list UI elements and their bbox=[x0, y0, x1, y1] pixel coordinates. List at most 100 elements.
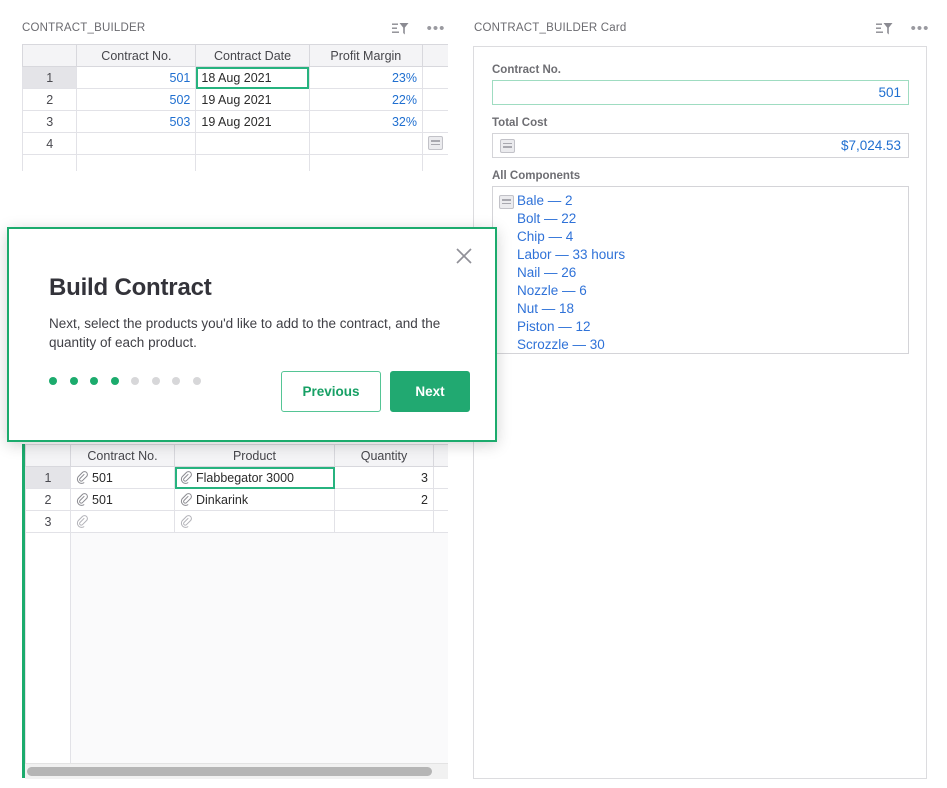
link-paperclip-icon bbox=[180, 515, 192, 528]
row-header[interactable]: 1 bbox=[23, 67, 77, 89]
cell-extra[interactable] bbox=[434, 467, 449, 489]
cell-contract-date[interactable]: 19 Aug 2021 bbox=[196, 111, 309, 133]
cell-contract-no[interactable]: 503 bbox=[77, 111, 196, 133]
cell-profit-margin[interactable] bbox=[309, 133, 422, 155]
column-header-contract-no[interactable]: Contract No. bbox=[77, 45, 196, 67]
table-row[interactable]: 2 502 19 Aug 2021 22% $3,795 bbox=[23, 89, 449, 111]
cell-contract-no[interactable] bbox=[77, 133, 196, 155]
component-label: Piston — 12 bbox=[517, 319, 591, 334]
component-list-item[interactable]: Piston — 12 bbox=[499, 318, 902, 336]
more-options-icon[interactable]: ••• bbox=[426, 19, 446, 39]
cell-contract-date[interactable]: 18 Aug 2021 bbox=[196, 67, 309, 89]
cell-contract-no[interactable] bbox=[71, 511, 175, 533]
column-header-product[interactable]: Product bbox=[175, 445, 335, 467]
cell-extra[interactable] bbox=[434, 511, 449, 533]
cell-contract-no[interactable]: 502 bbox=[77, 89, 196, 111]
cell-contract-no[interactable]: 501 bbox=[71, 489, 175, 511]
previous-button[interactable]: Previous bbox=[281, 371, 381, 412]
step-dot[interactable] bbox=[131, 377, 139, 385]
row-header[interactable]: 3 bbox=[23, 111, 77, 133]
contract-builder-grid[interactable]: Contract No. Contract Date Profit Margin… bbox=[22, 44, 448, 171]
more-options-icon[interactable]: ••• bbox=[910, 19, 930, 39]
component-list-item[interactable]: Nut — 18 bbox=[499, 300, 902, 318]
cell-profit-margin[interactable]: 22% bbox=[309, 89, 422, 111]
table-row[interactable]: 1 501 18 Aug 2021 23% $7,024 bbox=[23, 67, 449, 89]
component-list-item[interactable]: Nail — 26 bbox=[499, 264, 902, 282]
total-cost-input[interactable]: $7,024.53 bbox=[492, 133, 909, 158]
cell-product[interactable]: Flabbegator 3000 bbox=[175, 467, 335, 489]
component-list-item[interactable]: Labor — 33 hours bbox=[499, 246, 902, 264]
cell-total-cost[interactable]: $7,024 bbox=[423, 67, 449, 89]
link-paperclip-icon bbox=[180, 493, 192, 506]
build-contract-dialog: Build Contract Next, select the products… bbox=[7, 227, 497, 442]
column-header-profit-margin[interactable]: Profit Margin bbox=[309, 45, 422, 67]
contract-products-grid[interactable]: Contract No. Product Quantity 1 501 Flab… bbox=[25, 444, 448, 778]
cell-contract-date[interactable]: 19 Aug 2021 bbox=[196, 89, 309, 111]
total-cost-value: $7,024.53 bbox=[841, 138, 901, 153]
row-header[interactable]: 3 bbox=[26, 511, 71, 533]
cell-contract-no[interactable]: 501 bbox=[77, 67, 196, 89]
component-list-item[interactable]: Bolt — 22 bbox=[499, 210, 902, 228]
next-button[interactable]: Next bbox=[390, 371, 470, 412]
cell-contract-no[interactable]: 501 bbox=[71, 467, 175, 489]
cell-total-cost[interactable]: $3,795 bbox=[423, 89, 449, 111]
column-header-contract-no[interactable]: Contract No. bbox=[71, 445, 175, 467]
cell-quantity[interactable]: 2 bbox=[335, 489, 434, 511]
close-icon[interactable] bbox=[451, 243, 477, 269]
grid-corner-cell[interactable] bbox=[26, 445, 71, 467]
cell-extra[interactable] bbox=[434, 489, 449, 511]
row-header[interactable]: 1 bbox=[26, 467, 71, 489]
cell-quantity[interactable] bbox=[335, 511, 434, 533]
filter-sort-icon[interactable] bbox=[390, 19, 410, 39]
row-header-blank bbox=[23, 155, 77, 172]
step-dot[interactable] bbox=[172, 377, 180, 385]
table-header-row: Contract No. Product Quantity bbox=[26, 445, 449, 467]
row-header[interactable]: 4 bbox=[23, 133, 77, 155]
component-label: Nozzle — 6 bbox=[517, 283, 587, 298]
component-label: Scrozzle — 30 bbox=[517, 337, 605, 352]
column-header-total-cost[interactable]: Total Cost bbox=[423, 45, 449, 67]
all-components-listbox[interactable]: Bale — 2Bolt — 22Chip — 4Labor — 33 hour… bbox=[492, 186, 909, 354]
table-row[interactable]: 1 501 Flabbegator 3000 3 bbox=[26, 467, 449, 489]
cell-product[interactable]: Dinkarink bbox=[175, 489, 335, 511]
table-row[interactable]: 3 bbox=[26, 511, 449, 533]
step-dot[interactable] bbox=[90, 377, 98, 385]
grid-corner-cell[interactable] bbox=[23, 45, 77, 67]
row-header[interactable]: 2 bbox=[23, 89, 77, 111]
column-header-extra[interactable] bbox=[434, 445, 449, 467]
table-row[interactable]: 2 501 Dinkarink 2 bbox=[26, 489, 449, 511]
cell-blank bbox=[71, 533, 175, 774]
cell-total-cost[interactable]: $17,541 bbox=[423, 111, 449, 133]
more-options-glyph: ••• bbox=[911, 25, 930, 33]
component-list-item[interactable]: Nozzle — 6 bbox=[499, 282, 902, 300]
filter-sort-icon[interactable] bbox=[874, 19, 894, 39]
table-row[interactable]: 4 bbox=[23, 133, 449, 155]
record-blob-icon bbox=[428, 136, 443, 150]
step-dot[interactable] bbox=[111, 377, 119, 385]
step-dot[interactable] bbox=[193, 377, 201, 385]
component-list-item[interactable]: Bale — 2 bbox=[499, 192, 902, 210]
cell-profit-margin[interactable]: 32% bbox=[309, 111, 422, 133]
column-header-quantity[interactable]: Quantity bbox=[335, 445, 434, 467]
field-label-total-cost: Total Cost bbox=[492, 117, 547, 129]
scrollbar-thumb[interactable] bbox=[27, 767, 432, 776]
cell-product[interactable] bbox=[175, 511, 335, 533]
cell-quantity[interactable]: 3 bbox=[335, 467, 434, 489]
dialog-title: Build Contract bbox=[49, 274, 212, 302]
cell-contract-date[interactable] bbox=[196, 133, 309, 155]
component-label: Nut — 18 bbox=[517, 301, 574, 316]
cell-product-value: Dinkarink bbox=[196, 493, 248, 507]
row-header[interactable]: 2 bbox=[26, 489, 71, 511]
horizontal-scrollbar[interactable] bbox=[25, 763, 448, 779]
component-list-item[interactable]: Scrozzle — 30 bbox=[499, 336, 902, 354]
column-header-contract-date[interactable]: Contract Date bbox=[196, 45, 309, 67]
component-list-item[interactable]: Chip — 4 bbox=[499, 228, 902, 246]
table-row-filler bbox=[26, 533, 449, 774]
step-dot[interactable] bbox=[49, 377, 57, 385]
contract-no-input[interactable]: 501 bbox=[492, 80, 909, 105]
step-dot[interactable] bbox=[152, 377, 160, 385]
step-dot[interactable] bbox=[70, 377, 78, 385]
cell-total-cost[interactable] bbox=[423, 133, 449, 155]
cell-profit-margin[interactable]: 23% bbox=[309, 67, 422, 89]
table-row[interactable]: 3 503 19 Aug 2021 32% $17,541 bbox=[23, 111, 449, 133]
